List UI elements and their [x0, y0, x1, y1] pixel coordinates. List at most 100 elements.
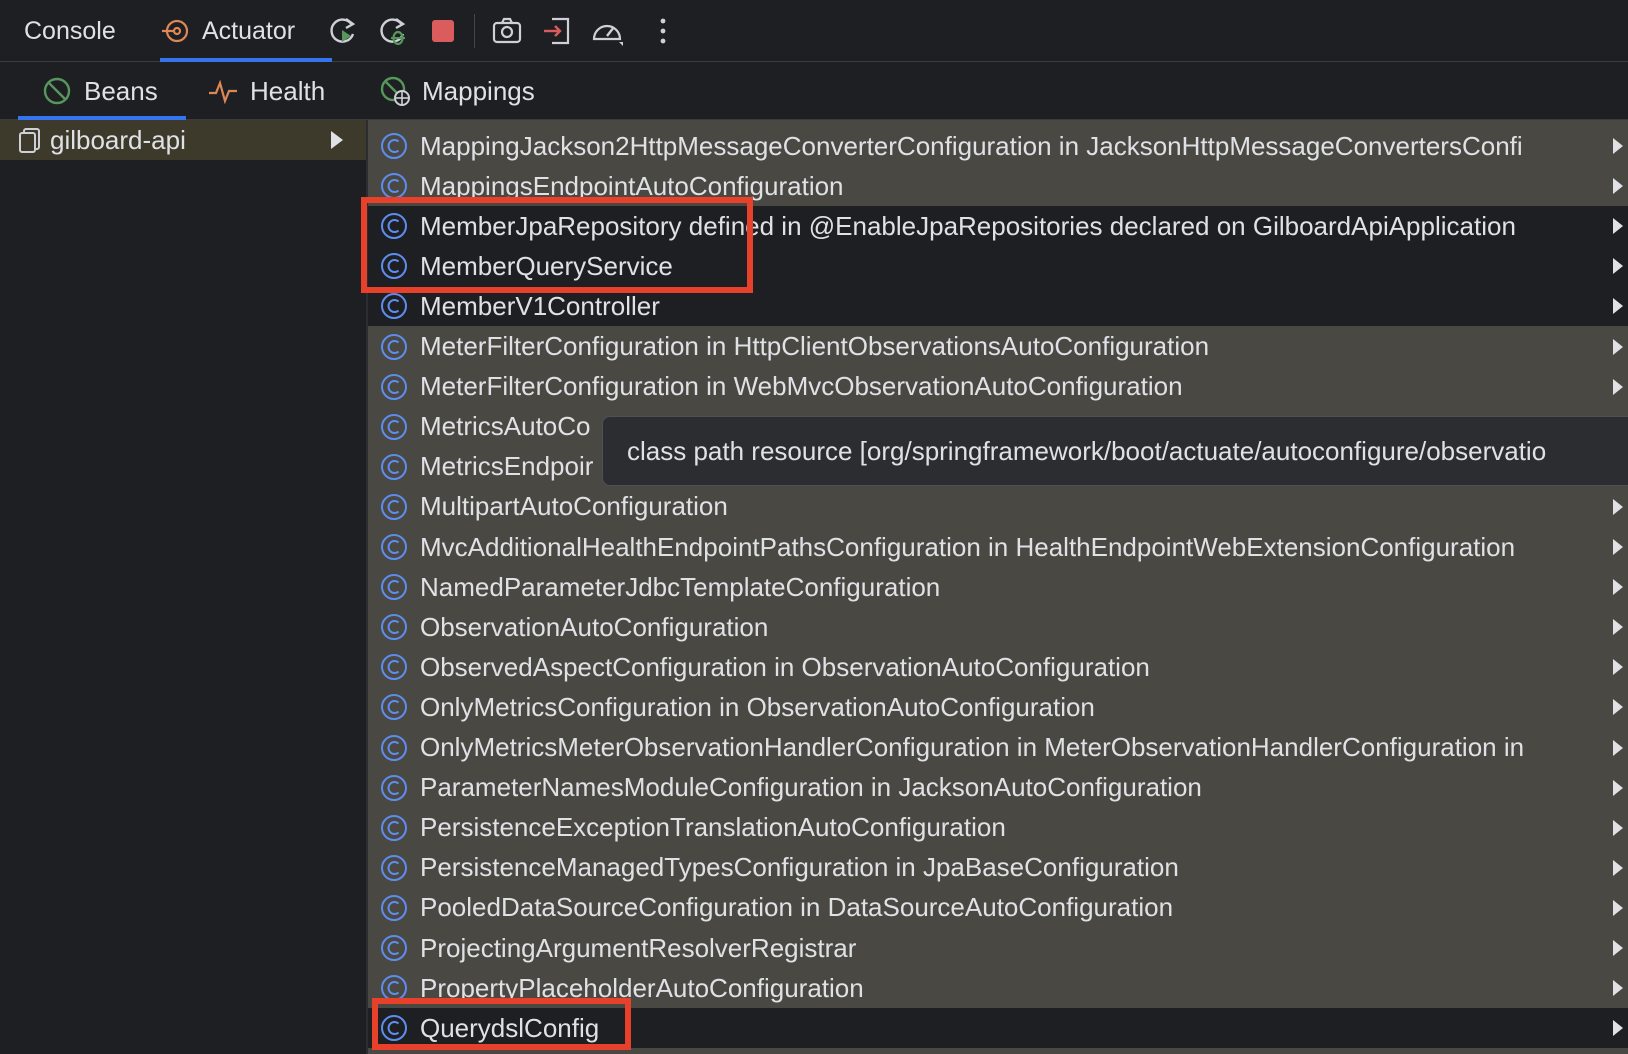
bean-name: MeterFilterConfiguration in WebMvcObserv…: [420, 371, 1183, 402]
bean-name: OnlyMetricsConfiguration in ObservationA…: [420, 691, 1095, 722]
class-icon: [381, 774, 407, 801]
expand-arrow-icon[interactable]: [1612, 698, 1624, 716]
class-icon: [381, 935, 407, 961]
bean-name: MetricsAutoCo: [420, 411, 591, 442]
expand-arrow-icon[interactable]: [1612, 498, 1624, 516]
bean-row[interactable]: MappingJackson2HttpMessageConverterConfi…: [368, 126, 1628, 166]
application-file-icon: [19, 128, 40, 153]
expand-arrow-icon[interactable]: [1612, 899, 1624, 917]
expand-arrow-icon[interactable]: [1612, 779, 1624, 797]
bean-row[interactable]: ParameterNamesModuleConfiguration in Jac…: [368, 768, 1628, 808]
tool-window-toolbar: Console Actuator: [0, 0, 1628, 62]
expand-arrow-icon[interactable]: [1612, 618, 1624, 636]
bean-row[interactable]: MeterFilterConfiguration in WebMvcObserv…: [368, 367, 1628, 407]
bean-row[interactable]: ObservedAspectConfiguration in Observati…: [368, 647, 1628, 687]
expand-arrow-icon[interactable]: [1612, 658, 1624, 676]
heartbeat-icon: [209, 79, 237, 105]
more-options-button[interactable]: [644, 12, 682, 50]
tab-mappings-label: Mappings: [422, 75, 535, 106]
class-icon: [381, 654, 407, 681]
expand-arrow-icon[interactable]: [1612, 257, 1624, 275]
bean-name: PersistenceManagedTypesConfiguration in …: [420, 852, 1179, 883]
expand-arrow-icon[interactable]: [1612, 979, 1624, 997]
bean-row[interactable]: MeterFilterConfiguration in HttpClientOb…: [368, 327, 1628, 367]
tab-console[interactable]: Console: [24, 0, 116, 62]
class-icon: [381, 173, 407, 200]
tab-actuator[interactable]: Actuator: [160, 0, 332, 62]
class-icon: [381, 493, 407, 520]
bean-row[interactable]: PersistenceExceptionTranslationAutoConfi…: [368, 808, 1628, 848]
expand-arrow-icon[interactable]: [1612, 739, 1624, 757]
bean-name: ObservedAspectConfiguration in Observati…: [420, 651, 1150, 682]
bean-name: ParameterNamesModuleConfiguration in Jac…: [420, 772, 1202, 803]
import-button[interactable]: [538, 12, 576, 50]
expand-arrow-icon[interactable]: [1612, 1019, 1624, 1037]
class-icon: [381, 534, 407, 560]
bean-name: NamedParameterJdbcTemplateConfiguration: [420, 571, 941, 602]
mappings-icon: [380, 76, 410, 106]
annotation-highlight-querydsl: [372, 998, 631, 1050]
tree-item-application[interactable]: gilboard-api: [0, 120, 366, 160]
toolbar-separator: [474, 14, 475, 48]
expand-arrow-icon[interactable]: [1612, 137, 1624, 155]
bean-row[interactable]: PersistenceManagedTypesConfiguration in …: [368, 848, 1628, 888]
class-icon: [381, 293, 407, 320]
rerun-icon: [330, 18, 356, 43]
actuator-icon: [162, 19, 189, 43]
bean-row[interactable]: PooledDataSourceConfiguration in DataSou…: [368, 888, 1628, 928]
class-icon: [381, 413, 407, 440]
application-tree: gilboard-api: [0, 120, 366, 1054]
tooltip-text: class path resource [org/springframework…: [627, 435, 1547, 466]
class-icon: [381, 333, 407, 360]
bean-row[interactable]: ObservationAutoConfiguration: [368, 607, 1628, 647]
bean-name: OnlyMetricsMeterObservationHandlerConfig…: [420, 732, 1525, 762]
bean-name: MultipartAutoConfiguration: [420, 491, 728, 522]
class-icon: [381, 574, 407, 601]
expand-arrow-icon[interactable]: [1612, 177, 1624, 195]
bean-row[interactable]: ProjectingArgumentResolverRegistrar: [368, 928, 1628, 968]
bean-row[interactable]: NamedParameterJdbcTemplateConfiguration: [368, 567, 1628, 607]
stop-button[interactable]: [424, 12, 462, 50]
bean-name: ProjectingArgumentResolverRegistrar: [420, 932, 857, 963]
rerun-button[interactable]: [324, 12, 362, 50]
expand-arrow-icon[interactable]: [1612, 859, 1624, 877]
bean-name: PersistenceExceptionTranslationAutoConfi…: [420, 812, 1006, 843]
bean-row[interactable]: OnlyMetricsMeterObservationHandlerConfig…: [368, 728, 1628, 768]
expand-arrow-icon[interactable]: [1612, 578, 1624, 596]
expand-arrow-icon[interactable]: [1612, 378, 1624, 396]
bean-name: MappingJackson2HttpMessageConverterConfi…: [420, 130, 1523, 161]
bean-row[interactable]: MultipartAutoConfiguration: [368, 487, 1628, 527]
bean-name: ObservationAutoConfiguration: [420, 611, 769, 642]
expand-arrow-icon[interactable]: [330, 130, 344, 150]
performance-button[interactable]: [588, 12, 626, 50]
expand-arrow-icon[interactable]: [1612, 538, 1624, 556]
bean-name: MetricsEndpoir: [420, 451, 594, 482]
more-vertical-icon: [660, 18, 666, 44]
tab-health-label: Health: [250, 75, 326, 106]
tab-beans[interactable]: Beans: [42, 62, 158, 120]
stop-icon: [432, 20, 454, 42]
expand-arrow-icon[interactable]: [1612, 217, 1624, 235]
bean-row[interactable]: MvcAdditionalHealthEndpointPathsConfigur…: [368, 527, 1628, 567]
class-icon: [381, 734, 407, 761]
bean-resource-tooltip: class path resource [org/springframework…: [602, 416, 1628, 486]
screenshot-button[interactable]: [488, 12, 526, 50]
tree-item-label: gilboard-api: [50, 124, 186, 155]
class-icon: [381, 894, 407, 921]
bean-row[interactable]: OnlyMetricsConfiguration in ObservationA…: [368, 687, 1628, 727]
tab-mappings[interactable]: Mappings: [380, 62, 535, 120]
class-icon: [381, 453, 407, 480]
bean-name: MeterFilterConfiguration in HttpClientOb…: [420, 331, 1210, 361]
actuator-subtabs: Beans Health Mappings: [0, 62, 1628, 120]
annotation-highlight-member: [361, 197, 753, 293]
expand-arrow-icon[interactable]: [1612, 297, 1624, 315]
rerun-debug-button[interactable]: [374, 12, 412, 50]
expand-arrow-icon[interactable]: [1612, 338, 1624, 356]
tab-beans-label: Beans: [84, 75, 158, 106]
expand-arrow-icon[interactable]: [1612, 939, 1624, 957]
expand-arrow-icon[interactable]: [1612, 819, 1624, 837]
class-icon: [381, 694, 407, 721]
class-icon: [381, 854, 407, 881]
tab-health[interactable]: Health: [208, 62, 325, 120]
bean-name: PooledDataSourceConfiguration in DataSou…: [420, 892, 1174, 923]
